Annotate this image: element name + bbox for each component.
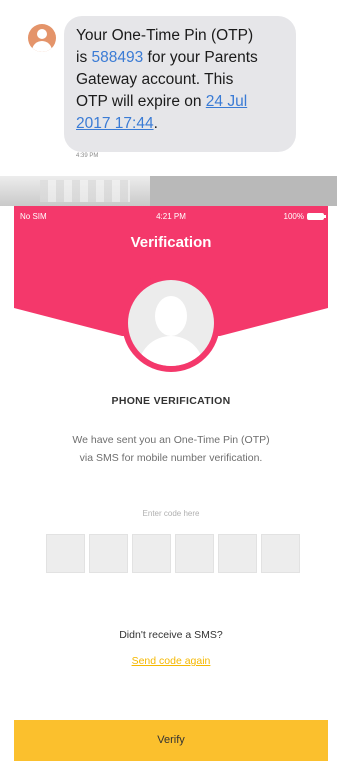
sms-line: Your One-Time Pin (OTP) — [76, 27, 254, 44]
resend-question: Didn't receive a SMS? — [119, 629, 223, 641]
profile-placeholder-icon — [128, 280, 214, 366]
otp-digit-field[interactable] — [46, 534, 85, 573]
sms-timestamp: 4:39 PM — [76, 153, 99, 159]
verification-screen: No SIM 4:21 PM 100% Verification PHONE V… — [14, 206, 328, 761]
otp-digit-field[interactable] — [261, 534, 300, 573]
verify-button[interactable]: Verify — [14, 720, 328, 761]
otp-digit-field[interactable] — [89, 534, 128, 573]
code-input-label: Enter code here — [142, 509, 200, 518]
sender-avatar-icon — [28, 24, 56, 52]
sms-text: . — [153, 115, 158, 132]
description-line: We have sent you an One-Time Pin (OTP) — [72, 434, 270, 446]
description-line: via SMS for mobile number verification. — [79, 452, 263, 464]
battery-icon — [307, 213, 326, 220]
verification-description: We have sent you an One-Time Pin (OTP) v… — [26, 431, 316, 467]
sms-message-bubble: Your One-Time Pin (OTP) is 588493 for yo… — [64, 16, 296, 152]
sms-text: is — [76, 49, 92, 66]
otp-digit-field[interactable] — [218, 534, 257, 573]
otp-code-input — [46, 534, 300, 573]
otp-code[interactable]: 588493 — [92, 49, 144, 66]
battery-percent: 100% — [283, 212, 304, 221]
status-time: 4:21 PM — [156, 212, 186, 221]
otp-digit-field[interactable] — [132, 534, 171, 573]
sms-text: for your Parents — [143, 49, 258, 66]
sms-line: Gateway account. This — [76, 71, 234, 88]
section-title: PHONE VERIFICATION — [111, 395, 231, 407]
screenshot-separator — [0, 176, 337, 206]
sms-text: OTP will expire on — [76, 93, 206, 110]
expiry-time-link[interactable]: 2017 17:44 — [76, 115, 154, 132]
profile-avatar — [122, 274, 220, 372]
otp-digit-field[interactable] — [175, 534, 214, 573]
page-title: Verification — [130, 234, 212, 251]
status-bar: No SIM 4:21 PM 100% — [14, 210, 328, 224]
expiry-date-link[interactable]: 24 Jul — [206, 93, 247, 110]
send-code-again-link[interactable]: Send code again — [14, 655, 328, 667]
sms-conversation: Your One-Time Pin (OTP) is 588493 for yo… — [0, 0, 337, 172]
